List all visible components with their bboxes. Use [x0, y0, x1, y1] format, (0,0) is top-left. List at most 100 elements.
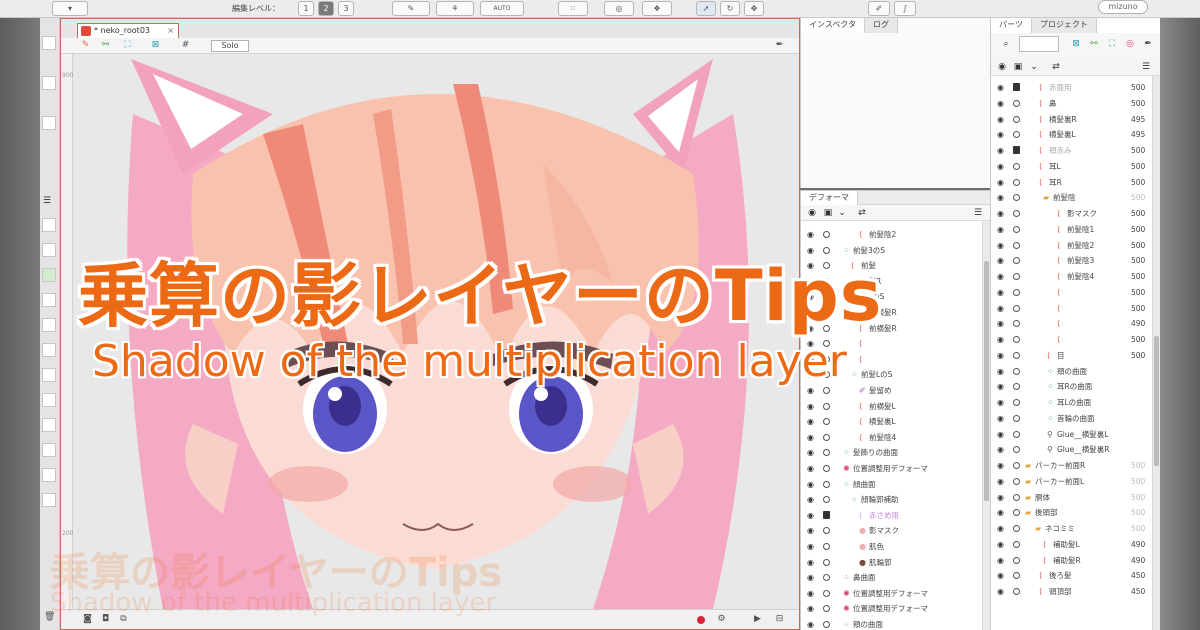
parts-row[interactable]: ◉ ⟨ 500	[991, 285, 1160, 300]
auto-mesh-button[interactable]: AUTO	[480, 1, 524, 16]
lock-toggle-icon[interactable]	[823, 527, 830, 535]
strip-field[interactable]	[42, 293, 56, 307]
eye-icon[interactable]: ◉	[997, 537, 1004, 552]
strip-field[interactable]	[42, 76, 56, 90]
lock-toggle-icon[interactable]	[1013, 556, 1020, 564]
parts-row[interactable]: ◉ ▰ 後頭部 500	[991, 505, 1160, 520]
eye-icon[interactable]: ◉	[997, 253, 1004, 268]
brush-tool-button[interactable]: ✎	[392, 1, 430, 16]
lock-toggle-icon[interactable]	[1013, 509, 1020, 517]
eye-icon[interactable]: ◉	[997, 505, 1004, 520]
lock-toggle-icon[interactable]	[823, 480, 830, 488]
parts-row[interactable]: ◉ ⟨ 横髪裏L 495	[991, 127, 1160, 142]
parts-row[interactable]: ◉ ⁘ 頬の曲面	[991, 364, 1160, 379]
lock-toggle-icon[interactable]	[823, 496, 830, 504]
rotate-tool-button[interactable]: ◎	[604, 1, 634, 16]
eyedropper-icon[interactable]: ✒	[773, 40, 786, 51]
eye-icon[interactable]: ◉	[997, 316, 1004, 331]
strip-field[interactable]	[42, 418, 56, 432]
record-icon[interactable]	[697, 616, 705, 624]
eye-icon[interactable]: ◉	[997, 143, 1004, 158]
parts-row[interactable]: ◉ ⟨ 頭頂部 450	[991, 584, 1160, 599]
eye-icon[interactable]: ◉	[997, 395, 1004, 410]
level-2-button[interactable]: 2	[318, 1, 334, 16]
lock-toggle-icon[interactable]	[1013, 572, 1020, 580]
lock-toggle-icon[interactable]	[1013, 162, 1020, 170]
eye-icon[interactable]: ◉	[997, 222, 1004, 237]
eye-icon[interactable]: ◉	[997, 301, 1004, 316]
solo-button[interactable]: Solo	[211, 40, 249, 52]
eye-icon[interactable]: ◉	[807, 539, 814, 554]
deformer-row[interactable]: ◉ ⟨ 前横髪L	[801, 399, 990, 414]
menu-icon[interactable]: ☰	[973, 208, 983, 218]
lock-toggle-icon[interactable]	[823, 465, 830, 472]
deformer-row[interactable]: ◉ ⁘ 顔曲面	[801, 477, 990, 492]
scrollbar-thumb[interactable]	[984, 261, 989, 501]
eye-icon[interactable]: ◉	[807, 399, 814, 414]
parts-row[interactable]: ◉ ⟨ 影マスク 500	[991, 206, 1160, 221]
eye-icon[interactable]: ◉	[997, 427, 1004, 442]
lock-toggle-icon[interactable]	[1013, 257, 1020, 265]
eye-icon[interactable]: ◉	[997, 62, 1007, 72]
lock-toggle-icon[interactable]	[1013, 288, 1020, 296]
eye-icon[interactable]: ◉	[997, 553, 1004, 568]
parts-row[interactable]: ◉ ⟨ 前髪陰1 500	[991, 222, 1160, 237]
eye-icon[interactable]: ◉	[807, 414, 814, 429]
tab-deformer[interactable]: デフォーマ	[801, 191, 858, 205]
eyedropper-icon[interactable]: ✒	[1143, 39, 1153, 49]
eye-icon[interactable]: ◉	[997, 584, 1004, 599]
deform-tool-button[interactable]: ⁙	[558, 1, 588, 16]
eye-icon[interactable]: ◉	[997, 190, 1004, 205]
strip-field[interactable]	[42, 116, 56, 130]
parts-row[interactable]: ◉ ⚲ Glue__横髪裏R	[991, 442, 1160, 457]
deformer-row[interactable]: ◉ ● 影マスク	[801, 523, 990, 538]
eye-icon[interactable]: ◉	[807, 555, 814, 570]
parts-row[interactable]: ◉ ⟨ 500	[991, 332, 1160, 347]
deformer-row[interactable]: ◉ ● 肌色	[801, 539, 990, 554]
strip-field[interactable]	[42, 393, 56, 407]
parts-row[interactable]: ◉ ▰ 胴体 500	[991, 490, 1160, 505]
curve-button[interactable]: ∫	[894, 1, 916, 16]
eye-icon[interactable]: ◉	[807, 445, 814, 460]
parts-row[interactable]: ◉ ⟨ 500	[991, 301, 1160, 316]
search-input[interactable]	[1019, 36, 1059, 52]
eye-icon[interactable]: ◉	[807, 508, 814, 523]
frame-icon[interactable]: ⊟	[773, 614, 786, 625]
parts-row[interactable]: ◉ ⁘ 首輪の曲面	[991, 411, 1160, 426]
lock-toggle-icon[interactable]	[1013, 320, 1020, 328]
lock-toggle-icon[interactable]	[823, 387, 830, 394]
transform-button[interactable]: ✥	[744, 1, 764, 16]
deformer-scrollbar[interactable]	[982, 221, 990, 630]
strip-field[interactable]	[42, 218, 56, 232]
eye-icon[interactable]: ◉	[997, 159, 1004, 174]
chevron-down-icon[interactable]: ⌄	[1029, 62, 1039, 72]
eye-icon[interactable]: ◉	[997, 269, 1004, 284]
lock-toggle-icon[interactable]	[1013, 493, 1020, 501]
grid-icon[interactable]: #	[179, 40, 192, 51]
lock-toggle-icon[interactable]	[1013, 273, 1020, 280]
parts-row[interactable]: ◉ ⟨ 目 500	[991, 348, 1160, 363]
deformer-row[interactable]: ◉ ✺ 位置調整用デフォーマ	[801, 586, 990, 601]
eye-icon[interactable]: ◉	[997, 238, 1004, 253]
lock-toggle-icon[interactable]	[1013, 414, 1020, 422]
parts-row[interactable]: ◉ ⟨ 鼻 500	[991, 96, 1160, 111]
tab-parts[interactable]: パーツ	[991, 18, 1032, 33]
eye-icon[interactable]: ◉	[807, 523, 814, 538]
close-icon[interactable]: ×	[167, 24, 174, 38]
lock-toggle-icon[interactable]	[823, 449, 830, 457]
lock-toggle-icon[interactable]	[1013, 351, 1020, 359]
deformer-row[interactable]: ◉ ⁘ 鼻曲面	[801, 570, 990, 585]
lock-toggle-icon[interactable]	[1013, 540, 1020, 548]
lock-toggle-icon[interactable]	[1013, 304, 1020, 312]
parts-row[interactable]: ◉ ⟨ 耳R 500	[991, 175, 1160, 190]
strip-field[interactable]	[42, 243, 56, 257]
eye-icon[interactable]: ◉	[997, 112, 1004, 127]
lock-toggle-icon[interactable]	[823, 558, 830, 566]
lock-toggle-icon[interactable]	[1013, 99, 1020, 107]
parts-row[interactable]: ◉ ⟨ 補助髪R 490	[991, 553, 1160, 568]
eye-icon[interactable]: ◉	[807, 601, 814, 616]
lock-toggle-icon[interactable]	[1013, 83, 1020, 91]
lock-toggle-icon[interactable]	[823, 589, 830, 597]
eye-icon[interactable]: ◉	[997, 80, 1004, 95]
eye-icon[interactable]: ◉	[807, 586, 814, 601]
